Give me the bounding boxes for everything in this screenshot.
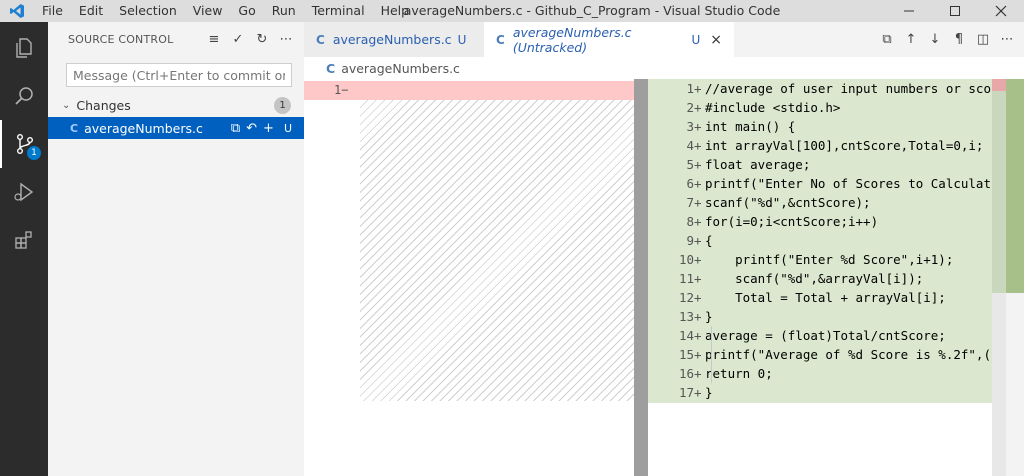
minimize-icon bbox=[904, 10, 914, 12]
changes-label: Changes bbox=[76, 97, 131, 113]
run-debug-icon bbox=[14, 182, 34, 202]
indent-guide bbox=[711, 326, 712, 383]
file-status-badge: U bbox=[283, 121, 292, 135]
empty-diff-hatch bbox=[360, 100, 634, 401]
c-file-icon: C bbox=[326, 60, 336, 76]
open-file-icon[interactable]: ⧉ bbox=[231, 121, 240, 136]
code-line: 7 + scanf("%d",&cntScore); bbox=[686, 195, 871, 210]
maximize-icon bbox=[950, 6, 960, 16]
menu-file[interactable]: File bbox=[34, 0, 71, 22]
previous-change-icon[interactable]: ↑ bbox=[904, 32, 918, 47]
activity-search[interactable] bbox=[0, 72, 48, 120]
code-lines: 1 +//average of user input numbers or sco… bbox=[648, 79, 992, 402]
c-file-icon: C bbox=[496, 32, 505, 47]
sidebar-title: SOURCE CONTROL bbox=[68, 33, 174, 46]
maximize-button[interactable] bbox=[932, 0, 978, 22]
menu-run[interactable]: Run bbox=[264, 0, 304, 22]
tab-close-icon[interactable]: × bbox=[710, 32, 722, 48]
overview-inserted-marker bbox=[1006, 79, 1024, 293]
scrollbar-thumb[interactable] bbox=[992, 79, 1006, 293]
editor-tabs: C averageNumbers.c U C averageNumbers.c … bbox=[304, 22, 1024, 57]
split-editor-icon[interactable]: ◫ bbox=[976, 32, 990, 47]
extensions-icon bbox=[15, 231, 32, 249]
code-line: 4 + int arrayVal[100],cntScore,Total=0,i; bbox=[686, 138, 984, 153]
close-window-button[interactable] bbox=[978, 0, 1024, 22]
changed-file-name: averageNumbers.c bbox=[84, 120, 203, 136]
removed-line: 1− bbox=[304, 81, 634, 100]
menu-selection[interactable]: Selection bbox=[111, 0, 185, 22]
line-number: 1− bbox=[334, 83, 349, 97]
tab-label: averageNumbers.c (Untracked) bbox=[512, 24, 632, 55]
tab-averagenumbers-untracked[interactable]: C averageNumbers.c (Untracked) U × bbox=[484, 22, 734, 57]
menu-bar: File Edit Selection View Go Run Terminal… bbox=[34, 0, 417, 22]
show-whitespace-icon[interactable]: ¶ bbox=[952, 32, 966, 47]
explorer-icon bbox=[16, 38, 32, 58]
stage-changes-icon[interactable]: + bbox=[263, 121, 274, 136]
activity-explorer[interactable] bbox=[0, 24, 48, 72]
breadcrumb: C averageNumbers.c bbox=[304, 57, 1024, 79]
code-line: 14 + average = (float)Total/cntScore; bbox=[678, 328, 946, 343]
next-change-icon[interactable]: ↓ bbox=[928, 32, 942, 47]
view-as-tree-icon[interactable]: ≡ bbox=[206, 32, 222, 47]
code-line: 12 + Total = Total + arrayVal[i]; bbox=[678, 290, 946, 305]
commit-message-input[interactable] bbox=[73, 64, 285, 86]
commit-message-box[interactable] bbox=[66, 63, 292, 87]
changes-group[interactable]: ⌄ Changes 1 bbox=[48, 94, 304, 116]
code-line: 6 + printf("Enter No of Scores to Calculat bbox=[686, 176, 991, 191]
diff-modified-pane[interactable]: 1 +//average of user input numbers or sco… bbox=[648, 79, 992, 476]
code-line: 13 +} bbox=[678, 309, 713, 324]
source-control-sidebar: SOURCE CONTROL ≡ ✓ ↻ ⋯ ⌄ Changes 1 C ave… bbox=[48, 22, 304, 476]
c-file-icon: C bbox=[70, 121, 79, 135]
open-file-icon[interactable]: ⧉ bbox=[880, 32, 894, 47]
activity-bar: 1 bbox=[0, 22, 48, 476]
menu-go[interactable]: Go bbox=[230, 0, 263, 22]
refresh-icon[interactable]: ↻ bbox=[254, 32, 270, 47]
activity-run-debug[interactable] bbox=[0, 168, 48, 216]
code-line: 3 + int main() { bbox=[686, 119, 796, 134]
code-line: 17 +} bbox=[678, 385, 713, 400]
commit-check-icon[interactable]: ✓ bbox=[230, 32, 246, 47]
more-actions-icon[interactable]: ⋯ bbox=[1000, 32, 1014, 47]
changes-count-badge: 1 bbox=[274, 97, 291, 114]
code-line: 15 + printf("Average of %d Score is %.2f",… bbox=[678, 347, 991, 362]
activity-extensions[interactable] bbox=[0, 216, 48, 264]
title-bar: File Edit Selection View Go Run Terminal… bbox=[0, 0, 1024, 22]
search-icon bbox=[15, 87, 33, 105]
code-line: 16 + return 0; bbox=[678, 366, 773, 381]
close-icon bbox=[995, 5, 1007, 17]
sidebar-header: SOURCE CONTROL ≡ ✓ ↻ ⋯ bbox=[48, 22, 304, 57]
menu-edit[interactable]: Edit bbox=[71, 0, 111, 22]
code-line: 2 + #include <stdio.h> bbox=[686, 100, 841, 115]
code-line: 9 +{ bbox=[686, 233, 713, 248]
activity-source-control[interactable]: 1 bbox=[0, 120, 48, 168]
minimize-button[interactable] bbox=[886, 0, 932, 22]
window-controls bbox=[886, 0, 1024, 22]
changed-file-row[interactable]: C averageNumbers.c ⧉ ↶ + U bbox=[48, 117, 304, 139]
vscode-logo-icon bbox=[0, 0, 34, 22]
source-control-badge: 1 bbox=[27, 146, 41, 160]
overview-removed-marker bbox=[992, 79, 1006, 91]
tab-status: U bbox=[457, 32, 467, 47]
code-line: 11 + scanf("%d",&arrayVal[i]); bbox=[678, 271, 924, 286]
file-row-actions: ⧉ ↶ + U bbox=[231, 117, 292, 139]
code-line: 8 + for(i=0;i<cntScore;i++) bbox=[686, 214, 879, 229]
menu-view[interactable]: View bbox=[185, 0, 231, 22]
code-line: 1 +//average of user input numbers or sco bbox=[686, 81, 991, 96]
more-actions-icon[interactable]: ⋯ bbox=[278, 32, 294, 47]
tab-status: U bbox=[691, 32, 701, 47]
tab-label: averageNumbers.c bbox=[332, 32, 452, 47]
menu-terminal[interactable]: Terminal bbox=[304, 0, 373, 22]
menu-help[interactable]: Help bbox=[373, 0, 418, 22]
original-pane-scrollbar[interactable] bbox=[634, 79, 648, 476]
breadcrumb-file[interactable]: averageNumbers.c bbox=[341, 61, 460, 76]
editor-actions: ⧉ ↑ ↓ ¶ ◫ ⋯ bbox=[880, 22, 1014, 57]
sidebar-actions: ≡ ✓ ↻ ⋯ bbox=[206, 22, 294, 57]
discard-changes-icon[interactable]: ↶ bbox=[246, 121, 257, 136]
diff-original-pane[interactable]: 1− bbox=[304, 79, 634, 476]
tab-averagenumbers[interactable]: C averageNumbers.c U bbox=[304, 22, 484, 57]
c-file-icon: C bbox=[316, 32, 325, 47]
code-line: 5 + float average; bbox=[686, 157, 811, 172]
chevron-down-icon: ⌄ bbox=[62, 99, 71, 111]
code-line: 10 + printf("Enter %d Score",i+1); bbox=[678, 252, 954, 267]
